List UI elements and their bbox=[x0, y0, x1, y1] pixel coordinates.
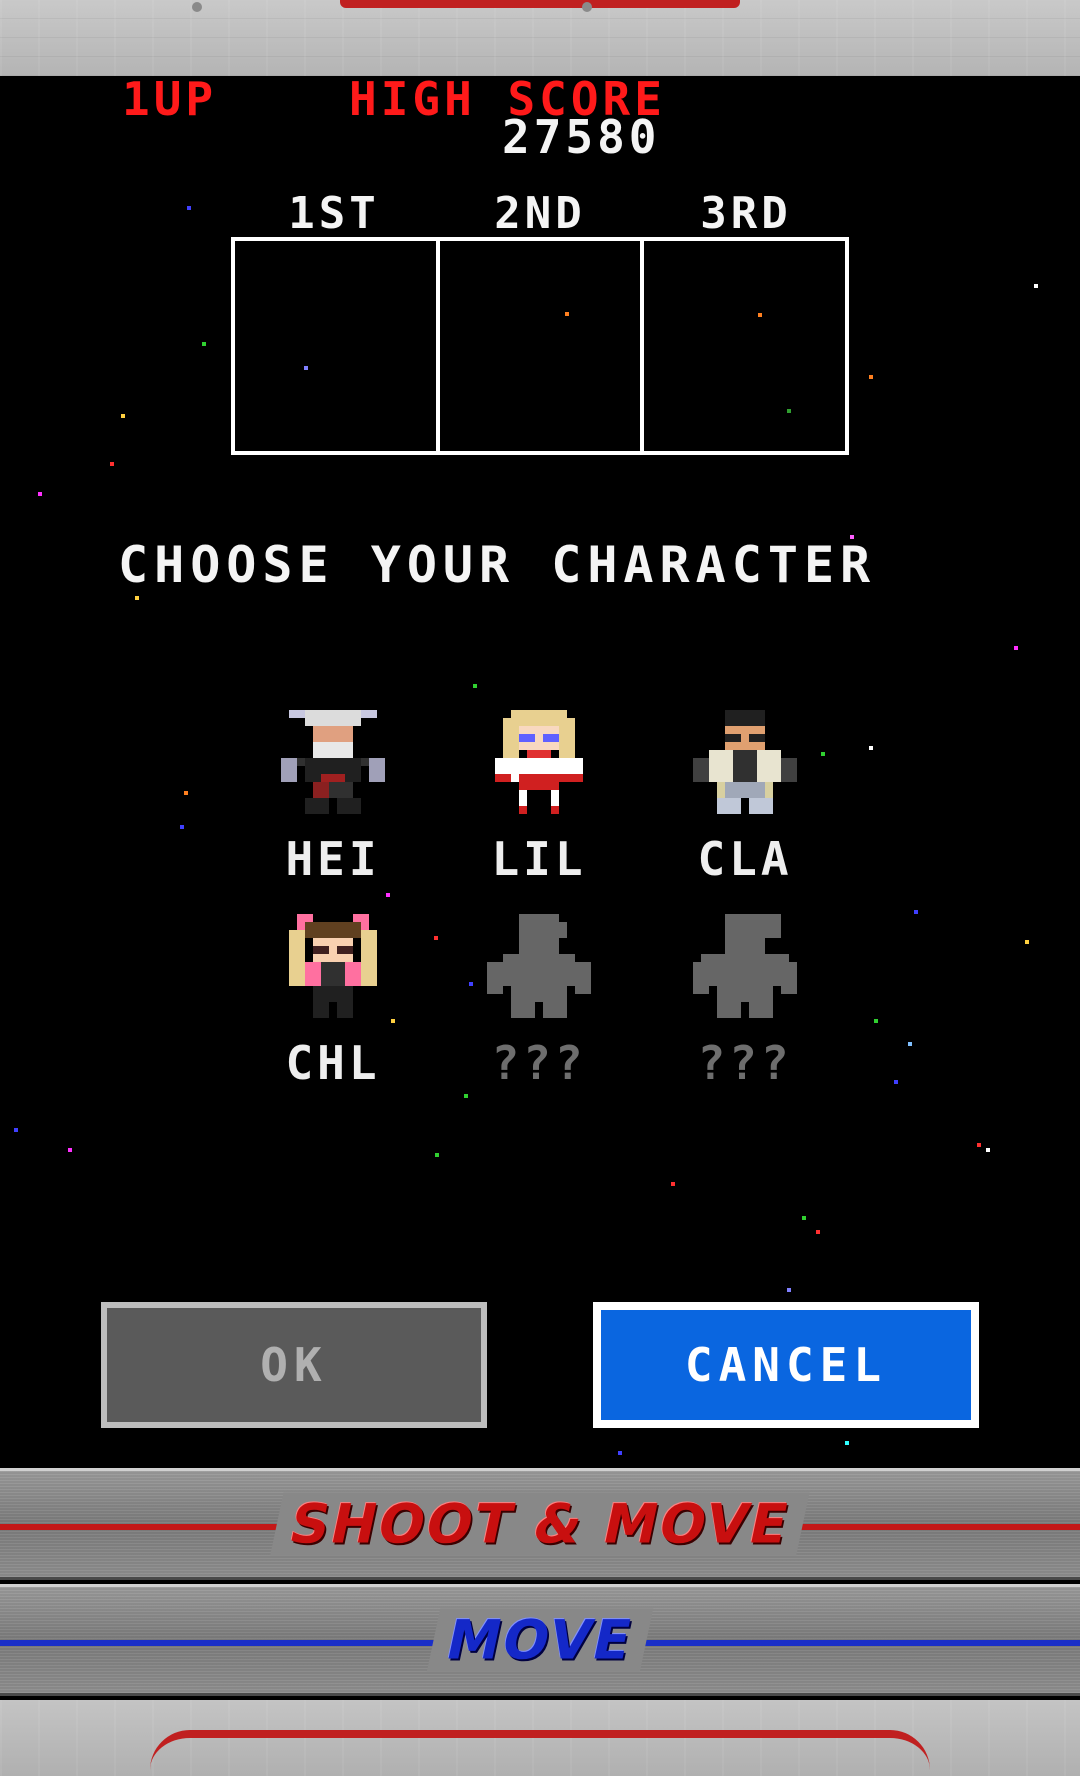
star bbox=[986, 1148, 990, 1152]
star bbox=[845, 1441, 849, 1445]
star bbox=[821, 752, 825, 756]
star bbox=[1034, 284, 1038, 288]
star bbox=[184, 791, 188, 795]
star bbox=[802, 1216, 806, 1220]
character-name-hei: HEI bbox=[285, 832, 381, 886]
star bbox=[671, 1182, 675, 1186]
star bbox=[38, 492, 42, 496]
star bbox=[435, 1153, 439, 1157]
choose-character-title: CHOOSE YOUR CHARACTER bbox=[118, 536, 877, 594]
character-name-lil: LIL bbox=[491, 832, 587, 886]
high-score-value: 27580 bbox=[502, 110, 661, 164]
character-hei-sprite bbox=[281, 710, 385, 814]
character-cla-sprite bbox=[693, 710, 797, 814]
place-label-3rd: 3RD bbox=[700, 188, 792, 239]
podium-slot-3rd bbox=[644, 241, 845, 451]
character-chl-sprite bbox=[289, 914, 377, 1018]
ok-button[interactable]: OK bbox=[101, 1302, 487, 1428]
star bbox=[14, 1128, 18, 1132]
star bbox=[187, 206, 191, 210]
screw-icon bbox=[582, 2, 592, 12]
star bbox=[135, 596, 139, 600]
character-locked-2[interactable]: ??? bbox=[670, 914, 820, 1090]
top-metal-frame bbox=[0, 0, 1080, 76]
podium-slot-1st bbox=[235, 241, 440, 451]
star bbox=[110, 462, 114, 466]
shoot-and-move-label: SHOOT & MOVE bbox=[270, 1492, 810, 1556]
podium-slot-2nd bbox=[440, 241, 645, 451]
character-lil[interactable]: LIL bbox=[464, 710, 614, 886]
character-chl[interactable]: CHL bbox=[258, 914, 408, 1090]
star bbox=[894, 1080, 898, 1084]
star bbox=[121, 414, 125, 418]
character-name-chl: CHL bbox=[285, 1036, 381, 1090]
shoot-and-move-control[interactable]: SHOOT & MOVE bbox=[0, 1468, 1080, 1580]
move-label: MOVE bbox=[426, 1608, 654, 1672]
star bbox=[874, 1019, 878, 1023]
star bbox=[787, 1288, 791, 1292]
bottom-metal-frame bbox=[0, 1700, 1080, 1776]
star bbox=[977, 1143, 981, 1147]
character-name-cla: CLA bbox=[697, 832, 793, 886]
star bbox=[386, 893, 390, 897]
screw-icon bbox=[192, 2, 202, 12]
star bbox=[180, 825, 184, 829]
star bbox=[816, 1230, 820, 1234]
bottom-red-trim bbox=[150, 1730, 930, 1770]
locked-character-silhouette-icon bbox=[693, 914, 797, 1018]
character-name-locked-1: ??? bbox=[491, 1036, 587, 1090]
star bbox=[914, 910, 918, 914]
character-cla[interactable]: CLA bbox=[670, 710, 820, 886]
character-lil-sprite bbox=[495, 710, 583, 814]
star bbox=[473, 684, 477, 688]
star bbox=[434, 936, 438, 940]
game-screen: 1UP HIGH SCORE 27580 1ST 2ND 3RD CHOOSE … bbox=[0, 76, 1080, 1466]
top-red-trim bbox=[340, 0, 740, 8]
star bbox=[68, 1148, 72, 1152]
character-locked-1[interactable]: ??? bbox=[464, 914, 614, 1090]
star bbox=[908, 1042, 912, 1046]
place-label-1st: 1ST bbox=[288, 188, 380, 239]
podium-box bbox=[231, 237, 849, 455]
move-control[interactable]: MOVE bbox=[0, 1584, 1080, 1696]
player-label: 1UP bbox=[122, 76, 218, 126]
star bbox=[202, 342, 206, 346]
star bbox=[869, 375, 873, 379]
star bbox=[869, 746, 873, 750]
locked-character-silhouette-icon bbox=[487, 914, 591, 1018]
cancel-button[interactable]: CANCEL bbox=[593, 1302, 979, 1428]
star bbox=[618, 1451, 622, 1455]
star bbox=[1014, 646, 1018, 650]
character-name-locked-2: ??? bbox=[697, 1036, 793, 1090]
star bbox=[464, 1094, 468, 1098]
character-hei[interactable]: HEI bbox=[258, 710, 408, 886]
place-label-2nd: 2ND bbox=[494, 188, 586, 239]
star bbox=[1025, 940, 1029, 944]
